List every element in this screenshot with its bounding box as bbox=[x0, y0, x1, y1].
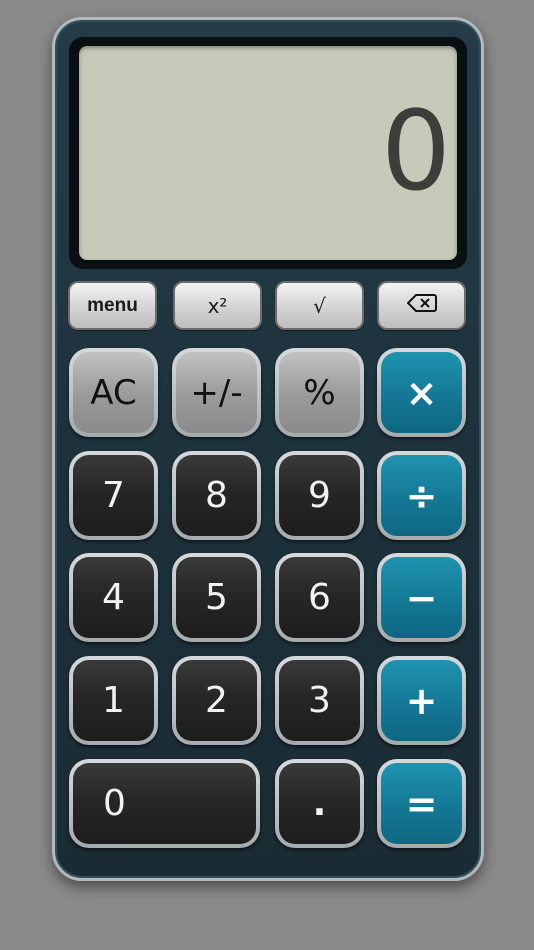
ac-label: AC bbox=[90, 372, 137, 413]
digit-7-button[interactable]: 7 bbox=[69, 451, 158, 540]
decimal-label: . bbox=[312, 783, 327, 824]
divide-button[interactable]: ÷ bbox=[377, 451, 466, 540]
calculator-body: 0 menu x² √ AC +/- % × 7 8 9 ÷ 4 5 6 − 1… bbox=[52, 17, 484, 881]
plus-button[interactable]: + bbox=[377, 656, 466, 745]
ac-button[interactable]: AC bbox=[69, 348, 158, 437]
square-button[interactable]: x² bbox=[173, 281, 262, 330]
digit-4-label: 4 bbox=[102, 577, 125, 618]
digit-9-label: 9 bbox=[308, 475, 331, 516]
digit-9-button[interactable]: 9 bbox=[275, 451, 364, 540]
percent-label: % bbox=[303, 372, 336, 413]
digit-6-label: 6 bbox=[308, 577, 331, 618]
digit-4-button[interactable]: 4 bbox=[69, 553, 158, 642]
digit-5-button[interactable]: 5 bbox=[172, 553, 261, 642]
backspace-button[interactable] bbox=[377, 281, 466, 330]
divide-label: ÷ bbox=[405, 473, 438, 518]
digit-1-button[interactable]: 1 bbox=[69, 656, 158, 745]
display-screen: 0 bbox=[79, 46, 457, 260]
menu-label: menu bbox=[87, 294, 138, 316]
digit-0-button[interactable]: 0 bbox=[69, 759, 260, 848]
plus-label: + bbox=[405, 678, 438, 723]
decimal-button[interactable]: . bbox=[275, 759, 364, 848]
digit-6-button[interactable]: 6 bbox=[275, 553, 364, 642]
minus-label: − bbox=[405, 575, 438, 620]
digit-8-label: 8 bbox=[205, 475, 228, 516]
digit-7-label: 7 bbox=[102, 475, 125, 516]
digit-2-button[interactable]: 2 bbox=[172, 656, 261, 745]
digit-8-button[interactable]: 8 bbox=[172, 451, 261, 540]
percent-button[interactable]: % bbox=[275, 348, 364, 437]
digit-2-label: 2 bbox=[205, 680, 228, 721]
digit-5-label: 5 bbox=[205, 577, 228, 618]
digit-0-label: 0 bbox=[103, 783, 126, 824]
plus-minus-button[interactable]: +/- bbox=[172, 348, 261, 437]
display-value: 0 bbox=[381, 87, 451, 215]
multiply-label: × bbox=[405, 370, 438, 415]
equals-label: = bbox=[405, 781, 438, 826]
equals-button[interactable]: = bbox=[377, 759, 466, 848]
digit-3-button[interactable]: 3 bbox=[275, 656, 364, 745]
plus-minus-label: +/- bbox=[190, 372, 243, 413]
multiply-button[interactable]: × bbox=[377, 348, 466, 437]
digit-1-label: 1 bbox=[102, 680, 125, 721]
sqrt-label: √ bbox=[313, 293, 326, 318]
menu-button[interactable]: menu bbox=[68, 281, 157, 330]
digit-3-label: 3 bbox=[308, 680, 331, 721]
backspace-icon bbox=[406, 293, 437, 318]
minus-button[interactable]: − bbox=[377, 553, 466, 642]
sqrt-button[interactable]: √ bbox=[275, 281, 364, 330]
square-label: x² bbox=[207, 293, 228, 318]
display-frame: 0 bbox=[69, 37, 467, 269]
